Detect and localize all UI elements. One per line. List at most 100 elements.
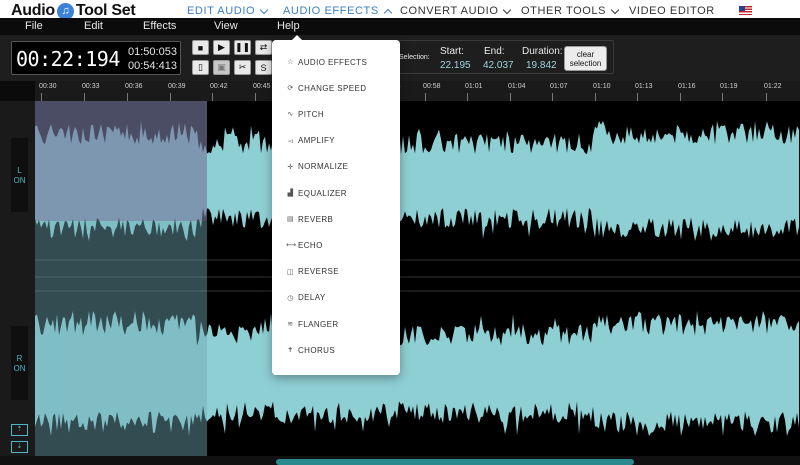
nav-edit-audio-label: EDIT AUDIO bbox=[187, 5, 256, 17]
file-icon: ▯ bbox=[198, 62, 203, 72]
timeline-tick-mark bbox=[212, 93, 213, 101]
timeline-tick-label: 01:04 bbox=[508, 83, 526, 90]
zoom-out-button[interactable]: ⇣ bbox=[11, 441, 28, 453]
timeline-tick-mark bbox=[637, 93, 638, 101]
dropdown-item-echo[interactable]: ⟷ ECHO bbox=[286, 238, 323, 252]
menu-edit[interactable]: Edit bbox=[84, 20, 103, 32]
scissors-icon: ✂ bbox=[238, 62, 247, 72]
timeline-tick-mark bbox=[425, 93, 426, 101]
equalizer-icon: ▟ bbox=[287, 190, 294, 197]
pause-icon: ❚❚ bbox=[234, 42, 251, 52]
audio-effects-icon: ☆ bbox=[287, 59, 294, 66]
timeline-tick-mark bbox=[552, 93, 553, 101]
dropdown-item-equalizer[interactable]: ▟ EQUALIZER bbox=[286, 186, 347, 200]
timeline-tick-mark bbox=[722, 93, 723, 101]
stop-button[interactable]: ■ bbox=[192, 40, 209, 55]
timeline-tick-label: 00:33 bbox=[82, 83, 100, 90]
chevron-down-icon bbox=[503, 5, 512, 14]
menu-view[interactable]: View bbox=[214, 20, 238, 32]
right-channel-letter: R bbox=[16, 354, 23, 363]
timeline-tick-label: 01:10 bbox=[593, 83, 611, 90]
loop-button[interactable]: ⇄ bbox=[255, 40, 272, 55]
timeline-tick-mark bbox=[127, 93, 128, 101]
reverb-icon: ▤ bbox=[286, 216, 294, 224]
menu-help[interactable]: Help bbox=[277, 20, 300, 32]
timeline-tick-mark bbox=[41, 93, 42, 101]
nav-edit-audio[interactable]: EDIT AUDIO bbox=[187, 5, 269, 17]
dropdown-item-amplify[interactable]: ◅ AMPLIFY bbox=[286, 134, 335, 148]
dropdown-item-delay[interactable]: ◷ DELAY bbox=[286, 291, 326, 305]
dropdown-item-chorus[interactable]: ✝ CHORUS bbox=[286, 343, 335, 357]
dropdown-item-audio-effects[interactable]: ☆ AUDIO EFFECTS bbox=[286, 55, 367, 69]
current-time: 00:22:194 bbox=[16, 47, 120, 71]
chevron-down-icon bbox=[259, 5, 269, 14]
dropdown-item-pitch[interactable]: ∿ PITCH bbox=[286, 107, 324, 121]
dropdown-item-label: NORMALIZE bbox=[298, 162, 349, 172]
nav-other-tools[interactable]: OTHER TOOLS bbox=[521, 5, 620, 17]
new-button[interactable]: ▯ bbox=[192, 60, 209, 75]
dropdown-item-reverse[interactable]: ◫ REVERSE bbox=[286, 265, 339, 279]
dropdown-item-change-speed[interactable]: ⟳ CHANGE SPEED bbox=[286, 81, 366, 95]
dropdown-item-flanger[interactable]: ≋ FLANGER bbox=[286, 317, 339, 331]
dropdown-item-reverb[interactable]: ▤ REVERB bbox=[286, 212, 333, 226]
amplify-icon: ◅ bbox=[287, 137, 294, 145]
dropdown-item-label: DELAY bbox=[298, 293, 326, 303]
left-channel-letter: L bbox=[17, 166, 22, 175]
delay-icon: ◷ bbox=[287, 294, 294, 302]
timeline-tick-label: 01:22 bbox=[764, 83, 782, 90]
timeline-tick-mark bbox=[595, 93, 596, 101]
save-icon: ▣ bbox=[217, 62, 226, 72]
chevron-down-icon bbox=[610, 5, 620, 14]
timeline-tick-mark bbox=[255, 93, 256, 101]
app-menubar: File Edit Effects View Help bbox=[0, 18, 800, 35]
chorus-icon: ✝ bbox=[287, 347, 294, 355]
flanger-icon: ≋ bbox=[287, 321, 294, 328]
total-duration: 01:50:053 bbox=[128, 46, 177, 58]
left-channel-state: ON bbox=[13, 176, 26, 185]
zoom-in-button[interactable]: ⇡ bbox=[11, 424, 28, 436]
timeline-tick-label: 00:58 bbox=[423, 83, 441, 90]
left-channel-toggle[interactable]: L ON bbox=[11, 138, 28, 212]
cut-button[interactable]: ✂ bbox=[234, 60, 251, 75]
timeline-tick-label: 01:01 bbox=[465, 83, 483, 90]
timeline-tick-mark bbox=[766, 93, 767, 101]
normalize-icon: ✛ bbox=[287, 163, 294, 171]
right-channel-toggle[interactable]: R ON bbox=[11, 326, 28, 400]
dropdown-item-normalize[interactable]: ✛ NORMALIZE bbox=[286, 160, 348, 174]
waveform-canvas[interactable] bbox=[35, 101, 800, 456]
timeline-tick-label: 00:42 bbox=[210, 83, 228, 90]
timeline-tick-label: 00:45 bbox=[253, 83, 271, 90]
save-button[interactable]: ▣ bbox=[213, 60, 230, 75]
zoom-in-icon: ⇡ bbox=[16, 426, 23, 433]
clear-selection-button[interactable]: clear selection bbox=[564, 46, 607, 71]
scrollbar-thumb[interactable] bbox=[276, 459, 634, 465]
timeline-tick-mark bbox=[510, 93, 511, 101]
dropdown-item-label: AUDIO EFFECTS bbox=[298, 57, 368, 67]
silence-button[interactable]: S bbox=[255, 60, 272, 75]
timeline-ruler[interactable]: 00:3000:3300:3600:3900:4200:4500:4800:51… bbox=[35, 81, 800, 101]
visible-duration: 00:54:413 bbox=[128, 60, 177, 72]
menu-effects[interactable]: Effects bbox=[143, 20, 176, 32]
timeline-tick-label: 00:39 bbox=[168, 83, 186, 90]
audio-effects-dropdown: ☆ AUDIO EFFECTS ⟳ CHANGE SPEED ∿ PITCH ◅ AMPLIF… bbox=[272, 35, 400, 375]
timeline-tick-label: 01:16 bbox=[678, 83, 696, 90]
loop-icon: ⇄ bbox=[259, 42, 268, 52]
timeline-tick-label: 01:07 bbox=[550, 83, 568, 90]
dropdown-item-label: EQUALIZER bbox=[298, 188, 347, 198]
zoom-out-icon: ⇣ bbox=[16, 443, 23, 450]
timeline-tick-label: 00:30 bbox=[39, 83, 57, 90]
pause-button[interactable]: ❚❚ bbox=[234, 40, 251, 55]
dropdown-item-label: REVERSE bbox=[298, 267, 340, 277]
play-button[interactable]: ▶ bbox=[213, 40, 230, 55]
selection-label: Selection: bbox=[399, 54, 430, 61]
us-flag-icon[interactable] bbox=[739, 6, 752, 15]
nav-video-editor[interactable]: VIDEO EDITOR bbox=[629, 5, 715, 17]
menu-file[interactable]: File bbox=[25, 20, 43, 32]
timeline-tick-label: 01:19 bbox=[720, 83, 738, 90]
chevron-up-icon bbox=[383, 8, 393, 17]
dropdown-item-label: ECHO bbox=[298, 240, 323, 250]
nav-audio-effects[interactable]: AUDIO EFFECTS bbox=[283, 5, 393, 17]
nav-convert-audio[interactable]: CONVERT AUDIO bbox=[400, 5, 512, 17]
timeline-tick-mark bbox=[680, 93, 681, 101]
end-value: 42.037 bbox=[483, 60, 514, 71]
